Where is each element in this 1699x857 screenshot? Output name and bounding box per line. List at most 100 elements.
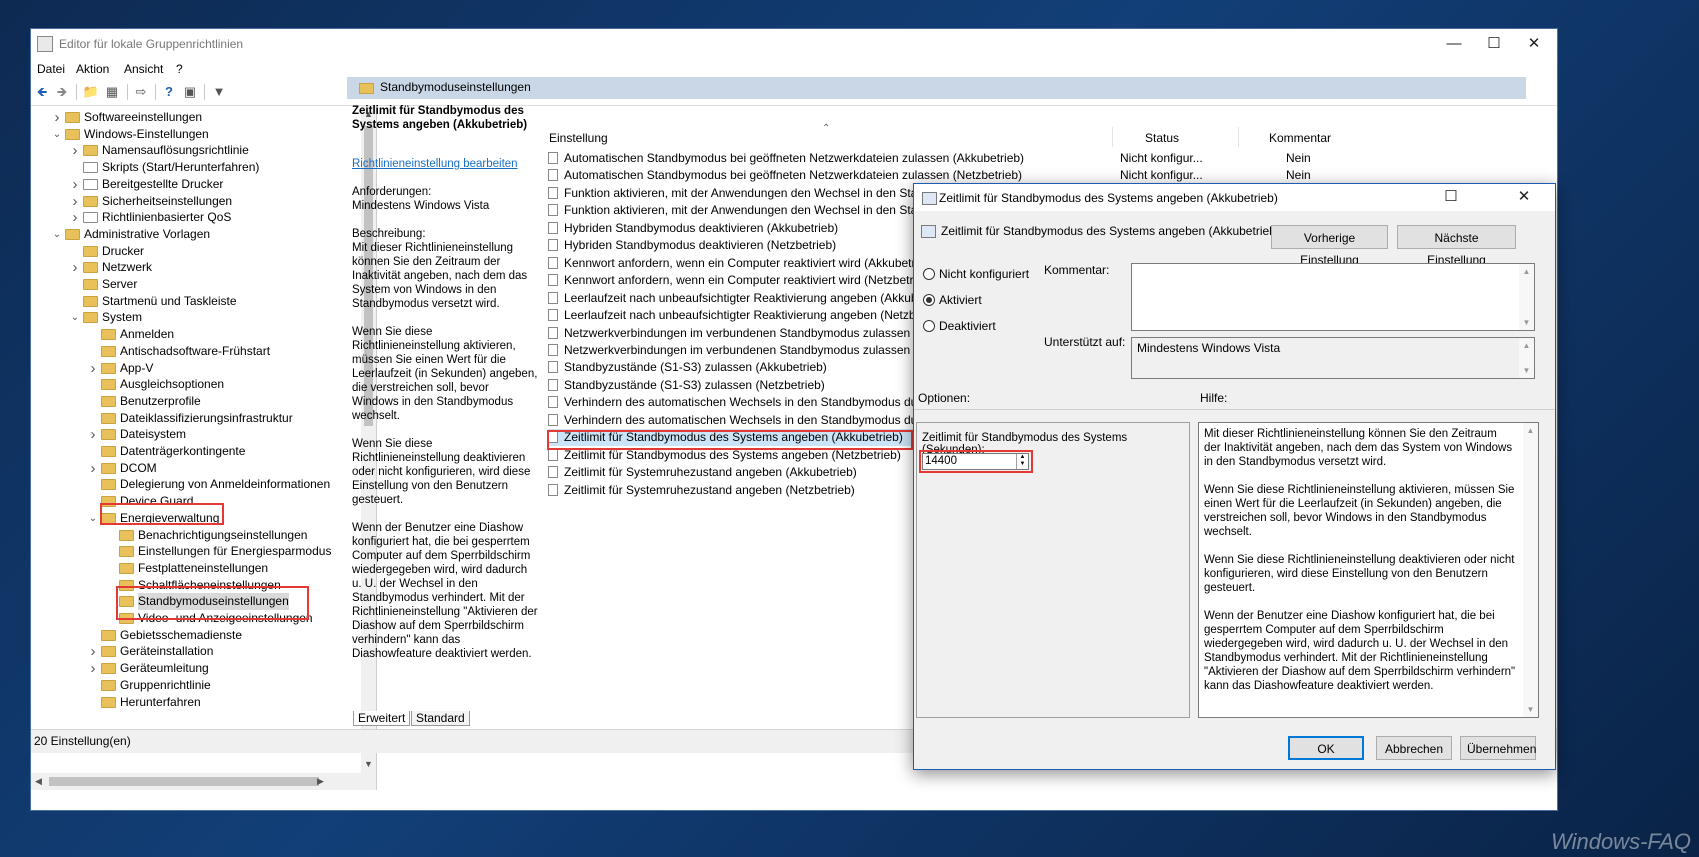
column-comment[interactable]: Kommentar [1269,131,1331,145]
scroll-down-icon[interactable]: ▼ [361,756,376,773]
filter-icon[interactable]: ▼ [209,83,229,101]
chevron-right-icon[interactable]: › [87,660,99,677]
chevron-right-icon[interactable]: › [87,426,99,443]
scroll-up-icon[interactable]: ▲ [1519,264,1534,279]
scroll-up-icon[interactable]: ▲ [1519,338,1534,353]
title-bar[interactable]: Editor für lokale Gruppenrichtlinien — ☐… [31,29,1557,59]
tree-item[interactable]: Delegierung von Anmeldeinformationen [31,476,361,493]
menu-help[interactable]: ? [176,62,183,76]
menu-ansicht[interactable]: Ansicht [124,62,163,76]
tree-item[interactable]: Drucker [31,243,361,260]
menu-datei[interactable]: Datei [37,62,65,76]
next-setting-button[interactable]: Nächste Einstellung [1397,225,1516,267]
table-row[interactable]: Automatischen Standbymodus bei geöffnete… [548,167,1448,184]
menu-aktion[interactable]: Aktion [76,62,109,76]
tab-erweitert[interactable]: Erweitert [353,711,411,726]
back-icon[interactable]: 🡸 [32,83,52,101]
scroll-right-icon[interactable]: ▶ [313,773,328,790]
properties-icon[interactable]: ▣ [180,83,200,101]
minimize-icon[interactable]: — [1434,29,1474,59]
chevron-right-icon[interactable]: › [69,193,81,210]
tree-item[interactable]: Festplatteneinstellungen [31,560,361,577]
tree-horizontal-scrollbar[interactable]: ◀ ▶ [31,773,376,790]
scroll-down-icon[interactable]: ▼ [1519,363,1534,378]
radio-disabled-label[interactable]: Deaktiviert [939,319,996,333]
radio-enabled-label[interactable]: Aktiviert [939,293,982,307]
tree-item[interactable]: › Softwareeinstellungen [31,109,361,126]
table-row[interactable]: Automatischen Standbymodus bei geöffnete… [548,150,1448,167]
tree-item[interactable]: Gruppenrichtlinie [31,677,361,694]
chevron-down-icon[interactable]: ⌄ [69,309,81,326]
radio-not-configured-label[interactable]: Nicht konfiguriert [939,267,1029,281]
tree-item[interactable]: › App-V [31,360,361,377]
close-icon[interactable]: ✕ [1504,182,1544,212]
chevron-right-icon[interactable]: › [69,259,81,276]
tree-item[interactable]: Gebietsschemadienste [31,627,361,644]
tree-item[interactable]: Skripts (Start/Herunterfahren) [31,159,361,176]
chevron-down-icon[interactable]: ⌄ [51,226,63,243]
chevron-down-icon[interactable]: ⌄ [87,510,99,527]
tree-item[interactable]: › Richtlinienbasierter QoS [31,209,361,226]
radio-not-configured[interactable] [923,268,935,280]
scroll-thumb[interactable] [49,777,319,786]
tree-item[interactable]: ⌄ Administrative Vorlagen [31,226,361,243]
tree-item[interactable]: Benachrichtigungseinstellungen [31,527,361,544]
tree-item[interactable]: › Namensauflösungsrichtlinie [31,142,361,159]
chevron-right-icon[interactable]: › [87,360,99,377]
tab-standard[interactable]: Standard [411,711,470,726]
tree-item[interactable]: › Sicherheitseinstellungen [31,193,361,210]
tree-item[interactable]: › Geräteumleitung [31,660,361,677]
help-scrollbar[interactable]: ▲ ▼ [1523,423,1538,717]
forward-icon[interactable]: 🡺 [52,83,72,101]
tree-item[interactable]: › Geräteinstallation [31,643,361,660]
maximize-icon[interactable]: ☐ [1431,182,1471,212]
radio-disabled[interactable] [923,320,935,332]
scroll-left-icon[interactable]: ◀ [31,773,46,790]
export-icon[interactable]: ⇨ [131,83,151,101]
comment-scrollbar[interactable]: ▲ ▼ [1519,264,1534,330]
tree-item[interactable]: Herunterfahren [31,694,361,711]
chevron-right-icon[interactable]: › [51,109,63,126]
scroll-up-icon[interactable]: ▲ [1523,423,1538,438]
supported-scrollbar[interactable]: ▲ ▼ [1519,338,1534,378]
tree-item[interactable]: Anmelden [31,326,361,343]
tree-item[interactable]: ⌄ System [31,309,361,326]
chevron-right-icon[interactable]: › [87,643,99,660]
help-icon[interactable]: ? [159,83,179,101]
column-setting[interactable]: Einstellung [549,131,608,145]
tree-item[interactable]: › DCOM [31,460,361,477]
tree-item[interactable]: Dateiklassifizierungsinfrastruktur [31,410,361,427]
scroll-down-icon[interactable]: ▼ [1519,315,1534,330]
chevron-right-icon[interactable]: › [69,142,81,159]
edit-policy-link[interactable]: Richtlinieneinstellung bearbeiten [352,158,518,170]
tree-item[interactable]: Startmenü und Taskleiste [31,293,361,310]
ok-button[interactable]: OK [1288,736,1364,760]
close-icon[interactable]: ✕ [1514,29,1554,59]
tree-item[interactable]: Ausgleichsoptionen [31,376,361,393]
tree-item[interactable]: Antischadsoftware-Frühstart [31,343,361,360]
column-status[interactable]: Status [1145,131,1179,145]
radio-enabled[interactable] [923,294,935,306]
maximize-icon[interactable]: ☐ [1474,29,1514,59]
scroll-down-icon[interactable]: ▼ [1523,702,1538,717]
tree-item[interactable]: › Netzwerk [31,259,361,276]
chevron-right-icon[interactable]: › [69,209,81,226]
dialog-title-bar[interactable]: Zeitlimit für Standbymodus des Systems a… [914,184,1555,211]
comment-textarea[interactable]: ▲ ▼ [1131,263,1535,331]
navigation-tree[interactable]: › Softwareeinstellungen ⌄ Windows-Einstellu… [31,106,377,790]
apply-button[interactable]: Übernehmen [1460,736,1536,760]
tree-item[interactable]: › Bereitgestellte Drucker [31,176,361,193]
tree-item[interactable]: Server [31,276,361,293]
chevron-right-icon[interactable]: › [69,176,81,193]
tree-item[interactable]: Datenträgerkontingente [31,443,361,460]
tree-item[interactable]: › Dateisystem [31,426,361,443]
tree-item[interactable]: Einstellungen für Energiesparmodus [31,543,361,560]
chevron-down-icon[interactable]: ⌄ [51,126,63,143]
cancel-button[interactable]: Abbrechen [1376,736,1452,760]
folder-up-icon[interactable]: 📁 [81,83,101,101]
tree-item[interactable]: Benutzerprofile [31,393,361,410]
tree-item[interactable]: ⌄ Windows-Einstellungen [31,126,361,143]
chevron-right-icon[interactable]: › [87,460,99,477]
previous-setting-button[interactable]: Vorherige Einstellung [1271,225,1388,267]
show-hide-tree-icon[interactable]: ▦ [102,83,122,101]
